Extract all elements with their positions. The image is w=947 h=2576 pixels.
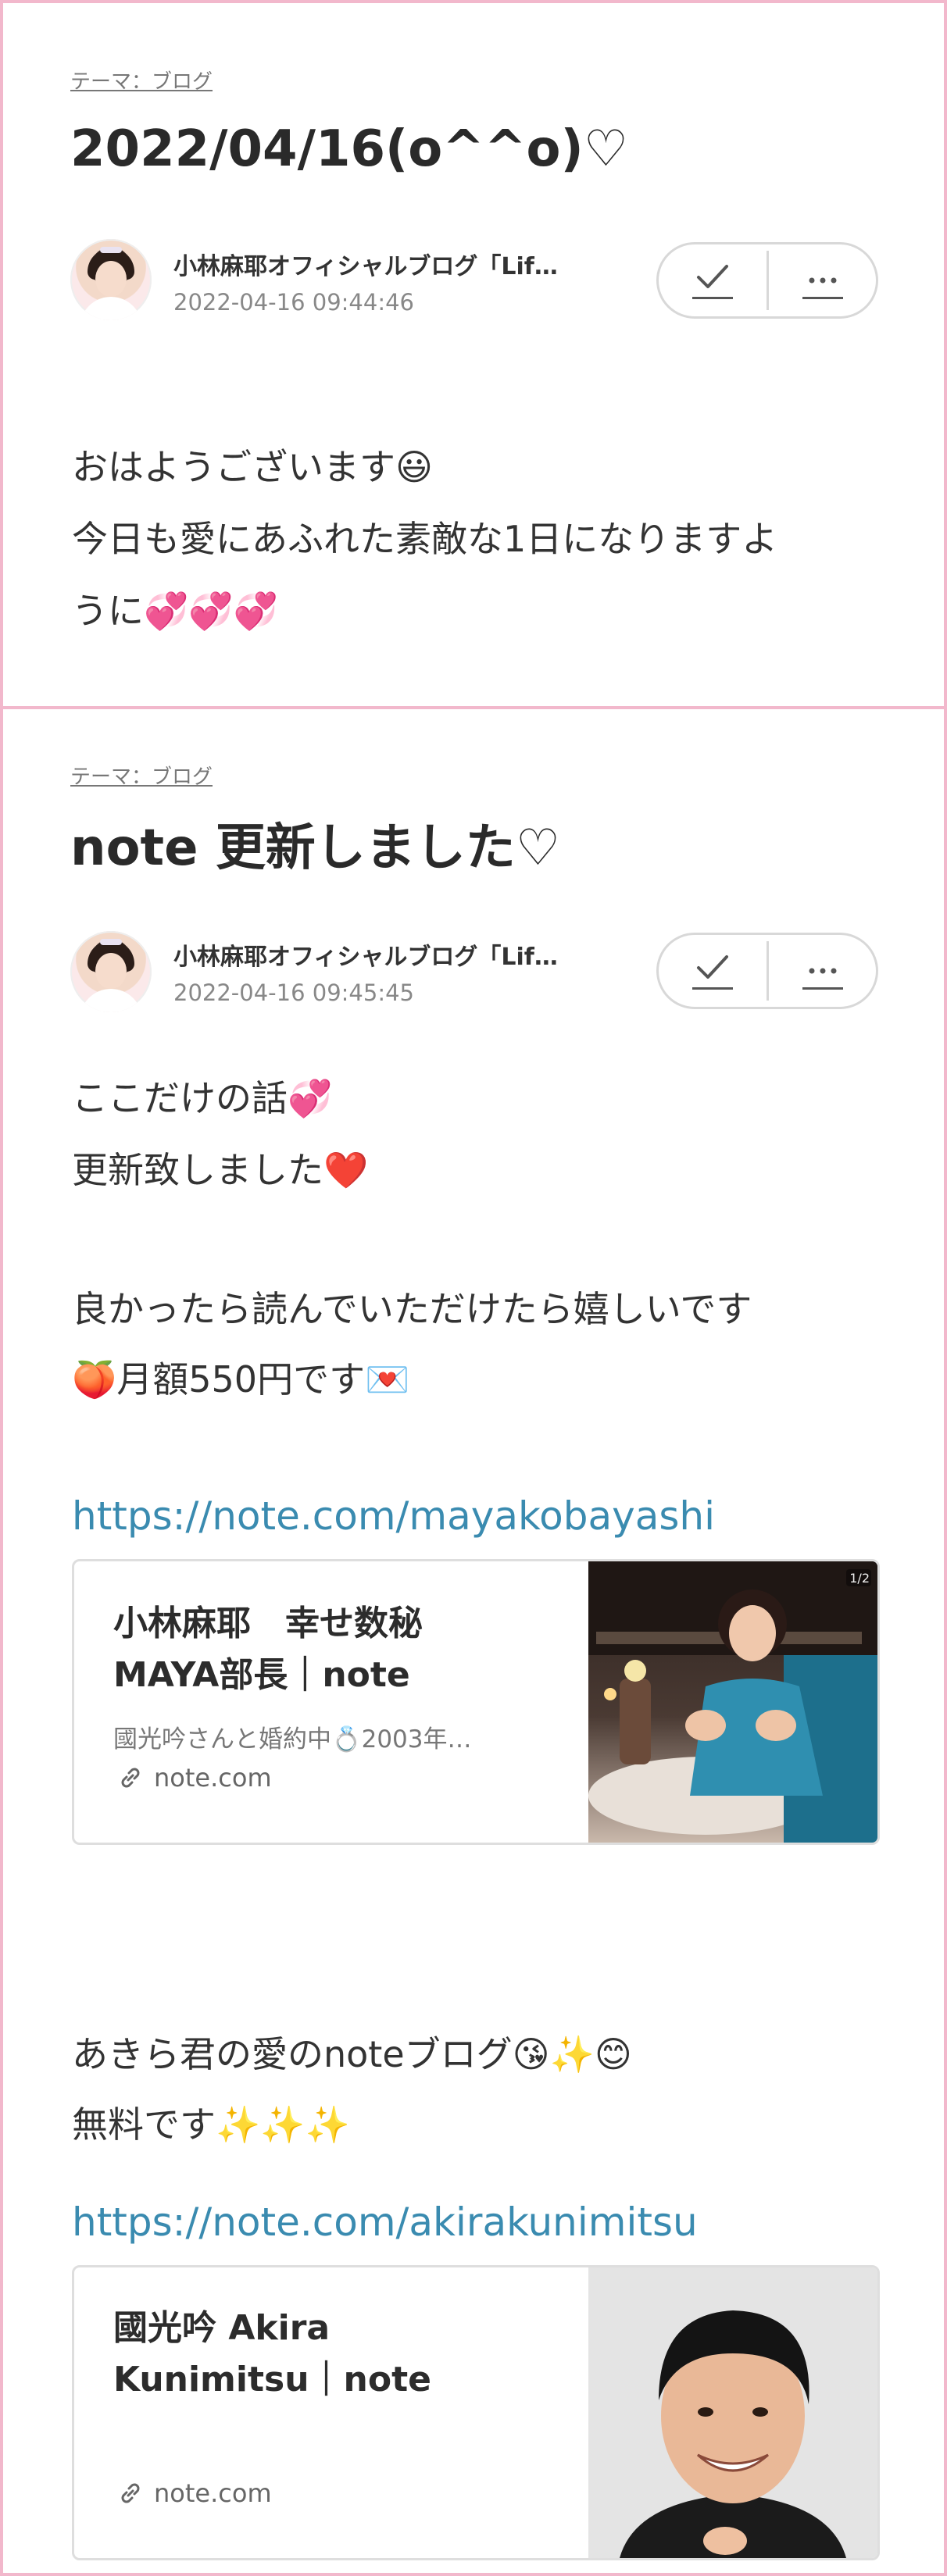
post-actions [656, 933, 878, 1009]
post-body-line: おはようございます😃 [72, 446, 433, 488]
author-name[interactable]: 小林麻耶オフィシャルブログ「Lif… [173, 937, 558, 972]
card-domain: note.com [118, 1763, 272, 1793]
link-icon [121, 2483, 140, 2503]
post-date: 2022-04-16 09:44:46 [173, 289, 414, 316]
card-description: 國光吟さんと婚約中💍2003年… [113, 1725, 472, 1754]
post-actions [656, 242, 878, 319]
link-icon [121, 1768, 140, 1788]
card-thumbnail-image: 1/2 [588, 1561, 877, 1843]
post-body-line: 良かったら読んでいただけたら嬉しいです [72, 1288, 752, 1330]
post-body-line: 🍑月額550円です💌 [72, 1358, 410, 1400]
post-body-line: ここだけの話💞 [72, 1077, 333, 1119]
post-body-line: あきら君の愛のnoteブログ😘✨😊 [72, 2033, 632, 2075]
check-icon [692, 952, 733, 990]
card-title-line: MAYA部長｜note [113, 1655, 410, 1695]
blog-post-2: テーマ：ブログ note 更新しました♡ 小林麻耶オフィシャルブログ「Lif… … [3, 709, 944, 2573]
author-name[interactable]: 小林麻耶オフィシャルブログ「Lif… [173, 247, 558, 281]
author-avatar[interactable] [70, 931, 152, 1012]
blog-post-1: テーマ：ブログ 2022/04/16(o^^o)♡ 小林麻耶オフィシャルブログ「… [3, 3, 944, 706]
check-button[interactable] [659, 935, 767, 1007]
theme-link[interactable]: テーマ：ブログ [70, 66, 213, 95]
more-button[interactable] [769, 935, 877, 1007]
card-title-line: 國光吟 Akira [113, 2308, 331, 2348]
card-domain: note.com [118, 2478, 272, 2508]
check-button[interactable] [659, 244, 767, 316]
card-thumbnail-image [588, 2267, 877, 2558]
card-title-line: 小林麻耶 幸せ数秘 [113, 1604, 423, 1643]
more-button[interactable] [769, 244, 877, 316]
theme-link[interactable]: テーマ：ブログ [70, 761, 213, 790]
more-icon [802, 952, 843, 990]
link-card-maya[interactable]: 小林麻耶 幸せ数秘 MAYA部長｜note 國光吟さんと婚約中💍2003年… n… [72, 1559, 880, 1845]
link-card-akira[interactable]: 國光吟 Akira Kunimitsu｜note note.com [72, 2265, 880, 2560]
post-title: 2022/04/16(o^^o)♡ [70, 120, 629, 178]
card-domain-text: note.com [154, 2478, 272, 2508]
card-domain-text: note.com [154, 1763, 272, 1793]
check-icon [692, 262, 733, 299]
note-link-mayakobayashi[interactable]: https://note.com/mayakobayashi [72, 1493, 715, 1539]
author-avatar[interactable] [70, 239, 152, 320]
image-counter-badge: 1/2 [849, 1571, 870, 1586]
post-body-line: 更新致しました❤️ [72, 1149, 369, 1191]
card-title-line: Kunimitsu｜note [113, 2360, 431, 2399]
post-date: 2022-04-16 09:45:45 [173, 979, 414, 1006]
post-body-line: うに💞💞💞 [72, 590, 278, 632]
post-body-line: 無料です✨✨✨ [72, 2103, 350, 2146]
more-icon [802, 262, 843, 299]
post-title: note 更新しました♡ [70, 819, 561, 877]
note-link-akirakunimitsu[interactable]: https://note.com/akirakunimitsu [72, 2200, 698, 2245]
post-body-line: 今日も愛にあふれた素敵な1日になりますよ [72, 518, 778, 560]
